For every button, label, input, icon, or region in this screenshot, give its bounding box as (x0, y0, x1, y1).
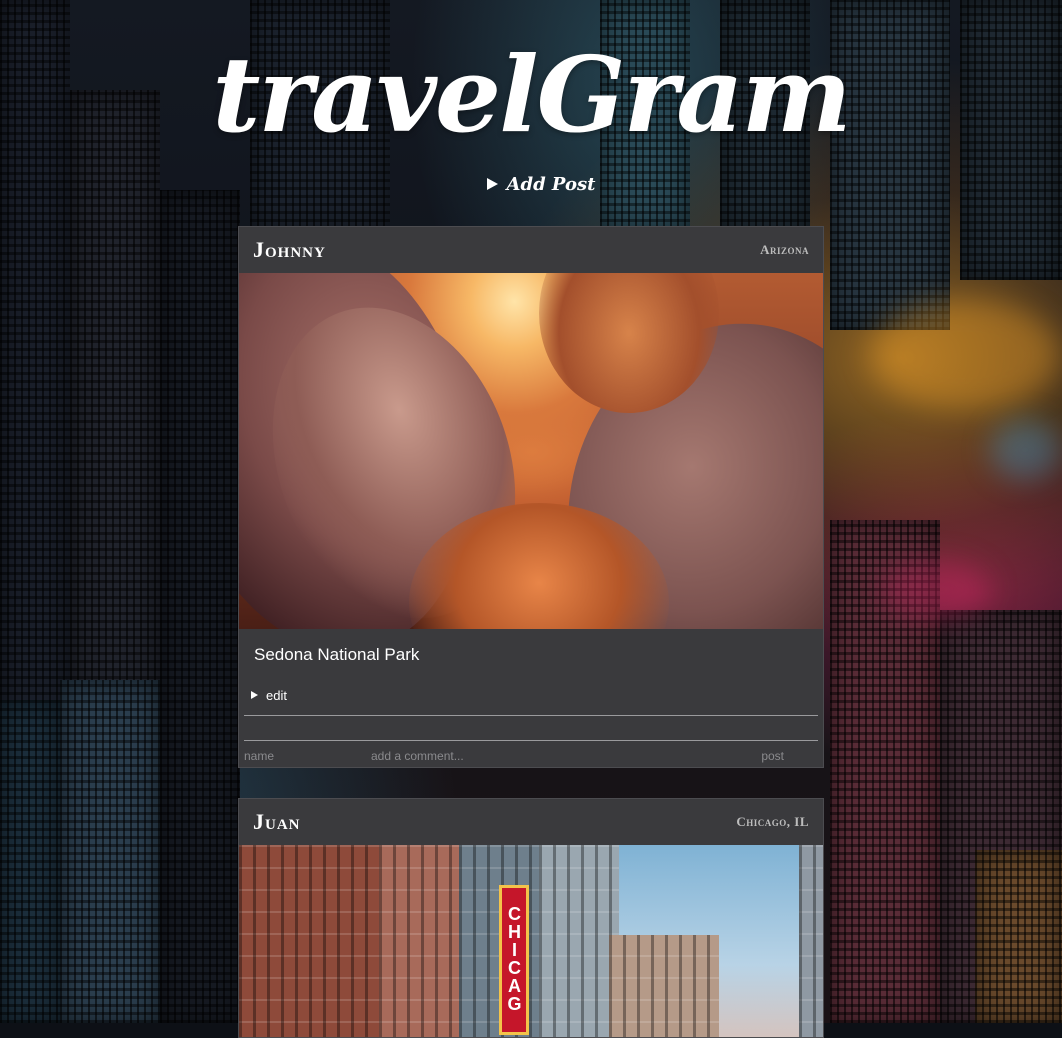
comments-list (239, 716, 823, 740)
app-logo: travelGram (212, 33, 851, 156)
name-input[interactable] (244, 749, 371, 763)
edit-label: edit (266, 687, 287, 703)
post-header: Johnny Arizona (239, 227, 823, 273)
triangle-right-icon (251, 691, 258, 699)
post-card: Johnny Arizona Sedona National Park edit… (238, 226, 824, 768)
post-location: Chicago, IL (736, 814, 809, 829)
post-author: Juan (253, 809, 301, 834)
post-photo: CHICAG (239, 845, 823, 1037)
edit-toggle[interactable]: edit (239, 671, 823, 707)
canyon-image (239, 273, 823, 629)
chicago-theatre-sign: CHICAG (499, 885, 529, 1035)
triangle-right-icon (486, 178, 498, 190)
post-comment-button[interactable]: post (761, 749, 818, 763)
chicago-street-image: CHICAG (239, 845, 823, 1037)
post-card: Juan Chicago, IL CHICAG (238, 798, 824, 1038)
post-photo (239, 273, 823, 629)
add-post-toggle[interactable]: Add Post (0, 170, 1062, 198)
post-location: Arizona (760, 242, 809, 257)
post-header: Juan Chicago, IL (239, 799, 823, 845)
add-post-label: Add Post (506, 173, 596, 195)
post-caption: Sedona National Park (254, 645, 420, 664)
comment-form: post (239, 741, 823, 767)
comment-input[interactable] (371, 749, 762, 763)
post-author: Johnny (253, 237, 326, 262)
